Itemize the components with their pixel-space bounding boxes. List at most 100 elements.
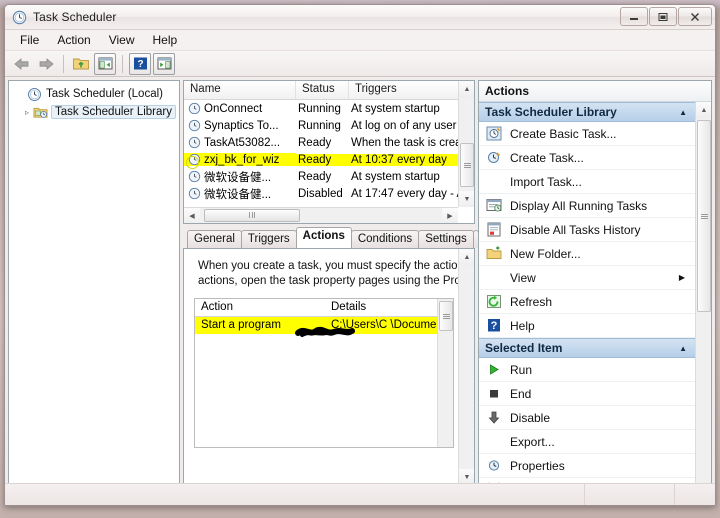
properties-icon bbox=[485, 457, 503, 474]
menu-view[interactable]: View bbox=[100, 31, 144, 49]
table-row[interactable]: 微软设备健... Disabled At 17:47 every day - A… bbox=[184, 185, 474, 202]
table-row[interactable]: TaskAt53082... Ready When the task is cr… bbox=[184, 134, 474, 151]
action-disable[interactable]: Disable bbox=[479, 406, 695, 430]
forward-arrow-icon[interactable] bbox=[35, 53, 57, 75]
column-header-status[interactable]: Status bbox=[296, 81, 349, 99]
tab-settings[interactable]: Settings bbox=[418, 230, 474, 248]
task-name-cell: TaskAt53082... bbox=[184, 136, 296, 149]
task-name-label: 微软设备健... bbox=[204, 171, 272, 184]
column-header-details[interactable]: Details bbox=[325, 299, 453, 316]
maximize-icon bbox=[658, 12, 668, 21]
actions-table-vertical-scrollbar[interactable] bbox=[437, 299, 453, 447]
scroll-left-arrow-icon[interactable]: ◀ bbox=[184, 207, 200, 223]
task-list-horizontal-scrollbar[interactable]: ◀ ▶ bbox=[184, 207, 458, 223]
actions-pane-title: Actions bbox=[479, 81, 711, 102]
actions-group-task-scheduler-library[interactable]: Task Scheduler Library ▲ bbox=[479, 102, 695, 122]
scrollbar-thumb[interactable] bbox=[460, 143, 474, 187]
back-arrow-glyph bbox=[14, 57, 29, 70]
hscroll-track[interactable] bbox=[200, 208, 442, 224]
up-folder-glyph bbox=[73, 58, 89, 69]
scroll-up-arrow-icon[interactable]: ▲ bbox=[459, 249, 474, 265]
show-hide-action-pane-icon[interactable] bbox=[153, 52, 175, 75]
task-name-cell: Synaptics To... bbox=[184, 119, 296, 132]
action-disable-all-tasks-history[interactable]: Disable All Tasks History bbox=[479, 218, 695, 242]
minimize-button[interactable] bbox=[620, 7, 648, 26]
task-list-vertical-scrollbar[interactable]: ▲ ▼ bbox=[458, 81, 474, 207]
action-run[interactable]: Run bbox=[479, 358, 695, 382]
clock-icon bbox=[12, 10, 27, 24]
tab-conditions[interactable]: Conditions bbox=[350, 230, 420, 248]
tree-expander-icon[interactable]: ▹ bbox=[21, 108, 33, 117]
actions-pane-vertical-scrollbar[interactable]: ▲ ▼ bbox=[695, 102, 711, 501]
scrollbar-grip bbox=[463, 162, 471, 169]
window-controls bbox=[620, 7, 712, 26]
column-header-action[interactable]: Action bbox=[195, 299, 325, 316]
back-arrow-icon[interactable] bbox=[11, 53, 33, 75]
collapse-chevron-icon[interactable]: ▲ bbox=[679, 344, 687, 353]
action-label: Help bbox=[510, 318, 535, 333]
task-status-cell: Disabled bbox=[298, 187, 343, 200]
action-properties[interactable]: Properties bbox=[479, 454, 695, 478]
tree-item-task-scheduler-library[interactable]: ▹ Task Scheduler Library bbox=[11, 103, 177, 121]
action-display-all-running-tasks[interactable]: Display All Running Tasks bbox=[479, 194, 695, 218]
help-icon: ? bbox=[485, 317, 503, 334]
up-folder-icon[interactable] bbox=[70, 53, 92, 75]
column-header-name[interactable]: Name bbox=[184, 81, 296, 99]
scroll-down-arrow-icon[interactable]: ▼ bbox=[459, 191, 474, 207]
toolbar: ? bbox=[5, 51, 715, 77]
table-row-selected[interactable]: zxj_bk_for_wiz Ready At 10:37 every day bbox=[184, 151, 474, 168]
menu-help[interactable]: Help bbox=[144, 31, 187, 49]
task-trigger-cell: At log on of any user bbox=[351, 119, 457, 132]
tab-triggers[interactable]: Triggers bbox=[240, 230, 297, 248]
scrollbar-thumb[interactable] bbox=[697, 120, 711, 312]
actions-tab-content: When you create a task, you must specify… bbox=[183, 248, 475, 502]
close-button[interactable] bbox=[678, 7, 712, 26]
task-list-rows: OnConnect Running At system startup Syna… bbox=[184, 100, 474, 202]
scroll-right-arrow-icon[interactable]: ▶ bbox=[442, 207, 458, 223]
scrollbar-thumb[interactable] bbox=[204, 208, 300, 222]
show-hide-console-tree-icon[interactable] bbox=[94, 52, 116, 75]
detail-vertical-scrollbar[interactable]: ▲ ▼ bbox=[458, 249, 474, 485]
task-trigger-cell: At 17:47 every day - After trig bbox=[351, 187, 474, 200]
action-label: Run bbox=[510, 362, 533, 377]
action-create-basic-task[interactable]: Create Basic Task... bbox=[479, 122, 695, 146]
scrollbar-thumb[interactable] bbox=[439, 301, 453, 331]
table-row[interactable]: Synaptics To... Running At log on of any… bbox=[184, 117, 474, 134]
menu-action[interactable]: Action bbox=[48, 31, 99, 49]
action-cell: Start a program bbox=[201, 319, 281, 331]
clock-icon bbox=[188, 170, 201, 183]
console-tree-pane: Task Scheduler (Local) ▹ Task Scheduler … bbox=[8, 80, 180, 502]
tree-item-label: Task Scheduler (Local) bbox=[46, 88, 163, 100]
tab-general[interactable]: General bbox=[187, 230, 242, 248]
status-segment-main bbox=[5, 484, 585, 505]
action-new-folder[interactable]: New Folder... bbox=[479, 242, 695, 266]
actions-group-label: Selected Item bbox=[485, 341, 563, 355]
action-end[interactable]: End bbox=[479, 382, 695, 406]
action-import-task[interactable]: Import Task... bbox=[479, 170, 695, 194]
tab-actions[interactable]: Actions bbox=[295, 227, 352, 248]
action-refresh[interactable]: Refresh bbox=[479, 290, 695, 314]
actions-description: When you create a task, you must specify… bbox=[184, 249, 474, 293]
actions-group-selected-item[interactable]: Selected Item ▲ bbox=[479, 338, 695, 358]
action-create-task[interactable]: Create Task... bbox=[479, 146, 695, 170]
table-row[interactable]: Start a program C:\Users\C \Documents bbox=[195, 317, 453, 334]
actions-description-line1: When you create a task, you must specify… bbox=[198, 260, 474, 272]
table-row[interactable]: 微软设备健... Ready At system startup bbox=[184, 168, 474, 185]
task-status-cell: Running bbox=[298, 102, 341, 115]
main-content-area: Task Scheduler (Local) ▹ Task Scheduler … bbox=[5, 77, 715, 502]
submenu-chevron-right-icon: ▶ bbox=[678, 273, 685, 282]
tree-item-task-scheduler-local[interactable]: Task Scheduler (Local) bbox=[11, 85, 177, 103]
clock-icon bbox=[28, 87, 41, 101]
scroll-up-arrow-icon[interactable]: ▲ bbox=[459, 81, 474, 97]
action-help-library[interactable]: ? Help bbox=[479, 314, 695, 338]
collapse-chevron-icon[interactable]: ▲ bbox=[679, 108, 687, 117]
menu-file[interactable]: File bbox=[11, 31, 48, 49]
action-export[interactable]: Export... bbox=[479, 430, 695, 454]
scroll-up-arrow-icon[interactable]: ▲ bbox=[696, 102, 711, 118]
action-label: Refresh bbox=[510, 294, 553, 309]
column-header-triggers[interactable]: Triggers bbox=[349, 81, 474, 99]
help-icon[interactable]: ? bbox=[129, 52, 151, 75]
action-view[interactable]: View ▶ bbox=[479, 266, 695, 290]
maximize-button[interactable] bbox=[649, 7, 677, 26]
table-row[interactable]: OnConnect Running At system startup bbox=[184, 100, 474, 117]
